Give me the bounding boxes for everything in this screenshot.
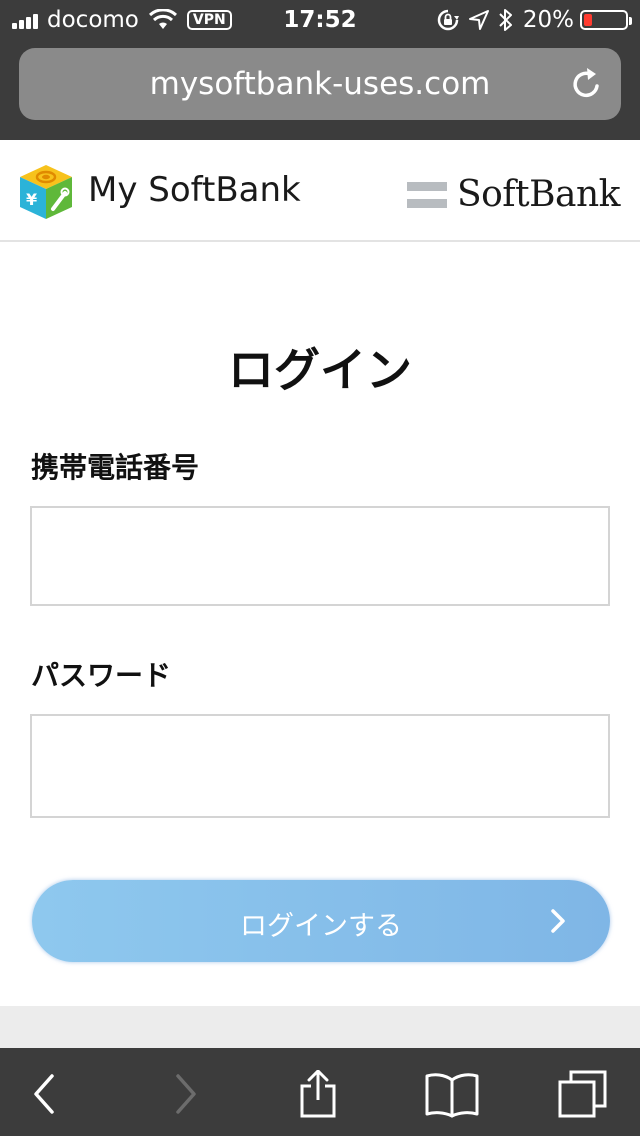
signal-strength-icon (12, 11, 40, 29)
share-icon[interactable] (294, 1070, 342, 1118)
password-input[interactable] (30, 714, 610, 818)
my-softbank-logo-icon[interactable]: ¥ (18, 163, 74, 221)
phone-label: 携帯電話番号 (31, 451, 200, 484)
app-logo-text[interactable]: My SoftBank (88, 170, 301, 210)
wifi-icon (148, 9, 177, 29)
bluetooth-icon (499, 9, 512, 31)
forward-icon[interactable] (160, 1070, 208, 1118)
browser-toolbar (0, 1048, 640, 1136)
back-icon[interactable] (22, 1070, 70, 1118)
battery-icon (580, 10, 632, 30)
page-footer-band (0, 1006, 640, 1048)
status-right: 20% (427, 7, 632, 33)
login-button[interactable]: ログインする (32, 880, 610, 962)
password-label: パスワード (31, 659, 172, 692)
status-bar: docomo VPN 17:52 20% (0, 0, 640, 40)
site-header: ¥ My SoftBank SoftBank (0, 140, 640, 242)
page-title: ログイン (228, 343, 412, 397)
phone-number-input[interactable] (30, 506, 610, 606)
url-text[interactable]: mysoftbank-uses.com (19, 48, 621, 120)
battery-level-fill (584, 14, 592, 26)
login-button-label: ログインする (240, 911, 402, 942)
svg-text:¥: ¥ (26, 190, 37, 209)
bookmarks-icon[interactable] (424, 1070, 480, 1118)
orientation-lock-icon (437, 9, 459, 31)
chevron-right-icon (551, 909, 565, 933)
tabs-icon[interactable] (556, 1070, 610, 1118)
carrier-name: docomo (47, 7, 139, 33)
status-left: docomo VPN (12, 7, 232, 33)
address-bar[interactable]: mysoftbank-uses.com (19, 48, 621, 120)
softbank-bars-icon (406, 180, 447, 210)
location-arrow-icon (468, 10, 489, 30)
reload-icon[interactable] (569, 66, 605, 102)
vpn-badge: VPN (186, 10, 232, 30)
browser-chrome-top: docomo VPN 17:52 20% mysoftbank-uses.com (0, 0, 640, 140)
brand-text: SoftBank (456, 174, 621, 215)
battery-percent: 20% (522, 7, 574, 33)
softbank-brand[interactable]: SoftBank (406, 174, 621, 215)
